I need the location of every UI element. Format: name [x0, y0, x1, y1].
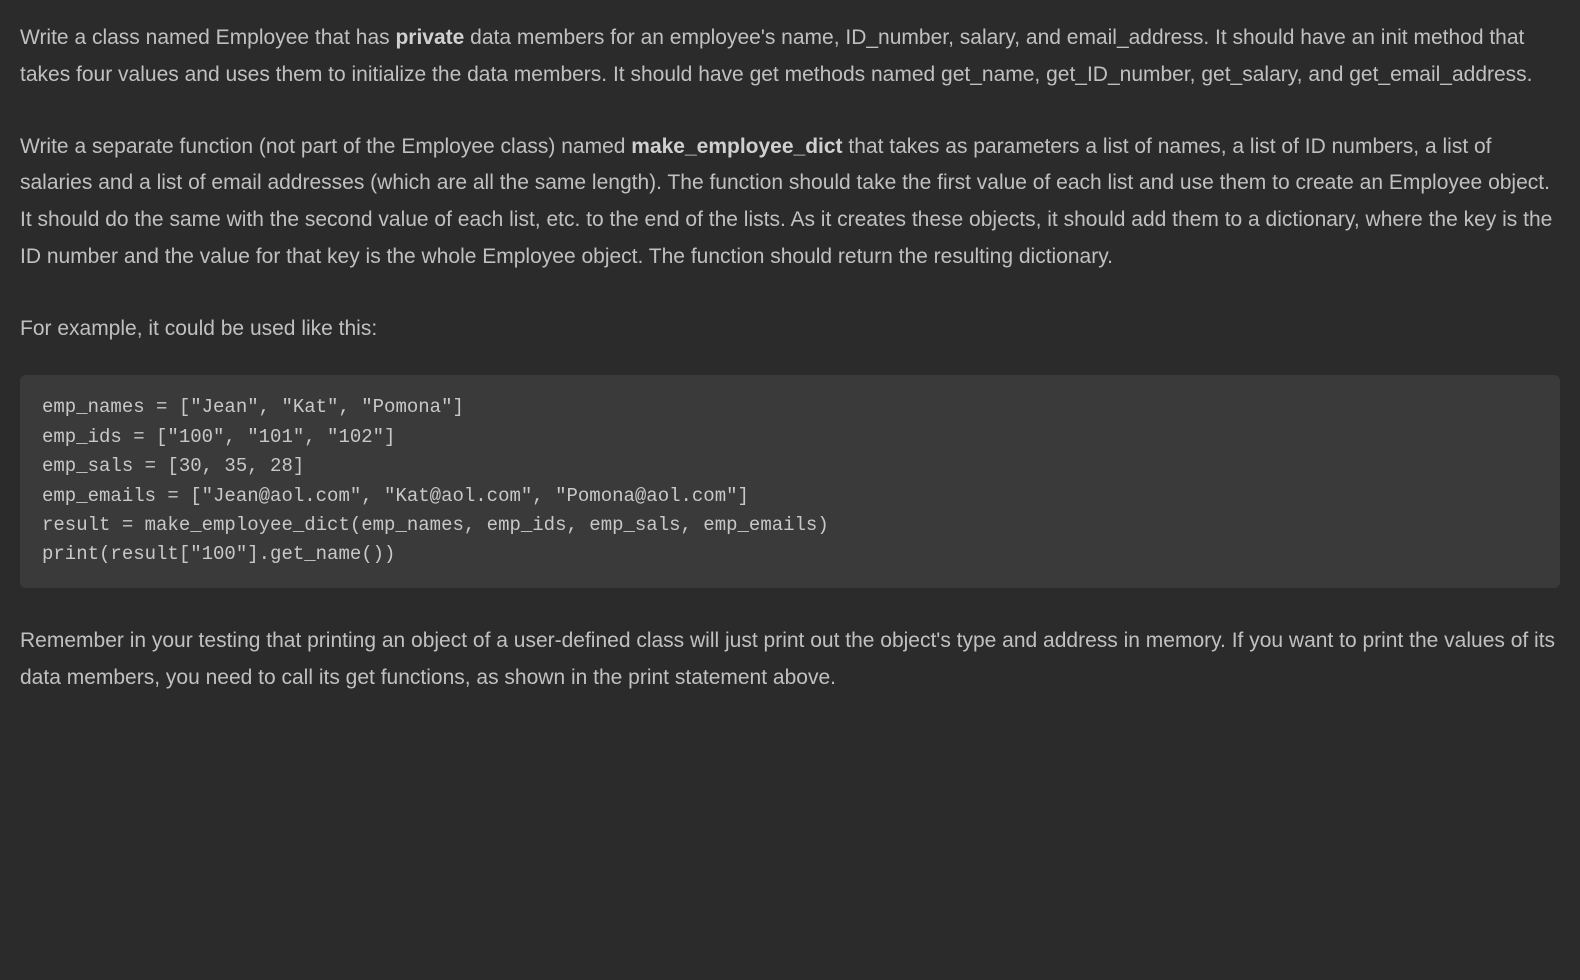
paragraph-testing-note: Remember in your testing that printing a…: [20, 623, 1560, 697]
code-example: emp_names = ["Jean", "Kat", "Pomona"] em…: [20, 375, 1560, 588]
paragraph-function-spec: Write a separate function (not part of t…: [20, 129, 1560, 276]
paragraph-class-spec: Write a class named Employee that has pr…: [20, 20, 1560, 94]
document-content: Write a class named Employee that has pr…: [20, 20, 1560, 696]
text-run: Write a class named Employee that has: [20, 26, 395, 49]
text-run: Write a separate function (not part of t…: [20, 135, 631, 158]
bold-function-name: make_employee_dict: [631, 135, 842, 158]
bold-private: private: [395, 26, 464, 49]
paragraph-example-intro: For example, it could be used like this:: [20, 311, 1560, 348]
